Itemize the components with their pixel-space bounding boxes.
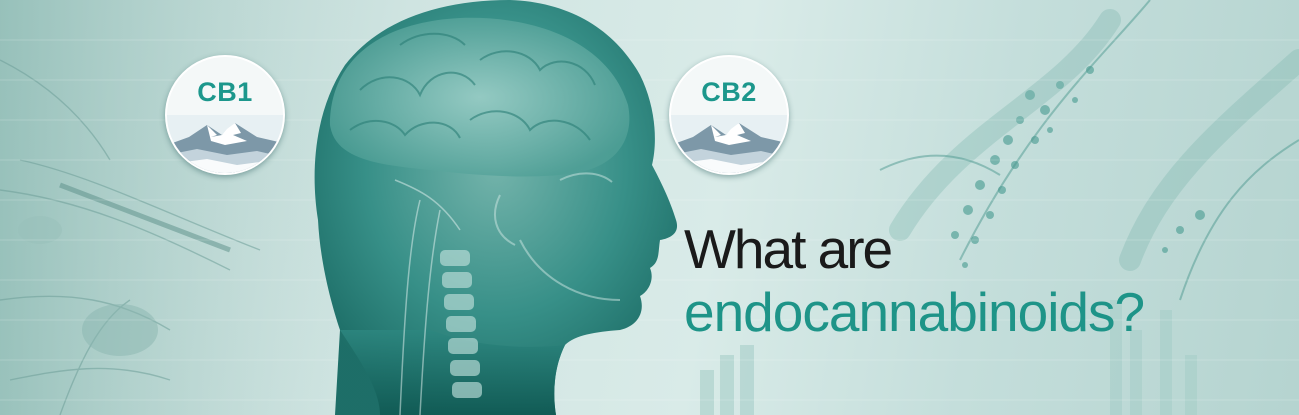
cb2-label: CB2: [701, 77, 757, 107]
cb1-label: CB1: [197, 77, 253, 107]
mountain-icon: [671, 115, 787, 173]
mountain-icon: [167, 115, 283, 173]
headline-line-2: endocannabinoids?: [684, 281, 1145, 343]
cb2-badge: CB2: [669, 55, 789, 175]
headline: What are endocannabinoids?: [684, 222, 1284, 340]
cb1-badge: CB1: [165, 55, 285, 175]
head-xray: [314, 0, 678, 415]
hero-banner: CB1 CB2 What are endocannabinoids?: [0, 0, 1299, 415]
headline-line-1: What are: [684, 218, 893, 280]
